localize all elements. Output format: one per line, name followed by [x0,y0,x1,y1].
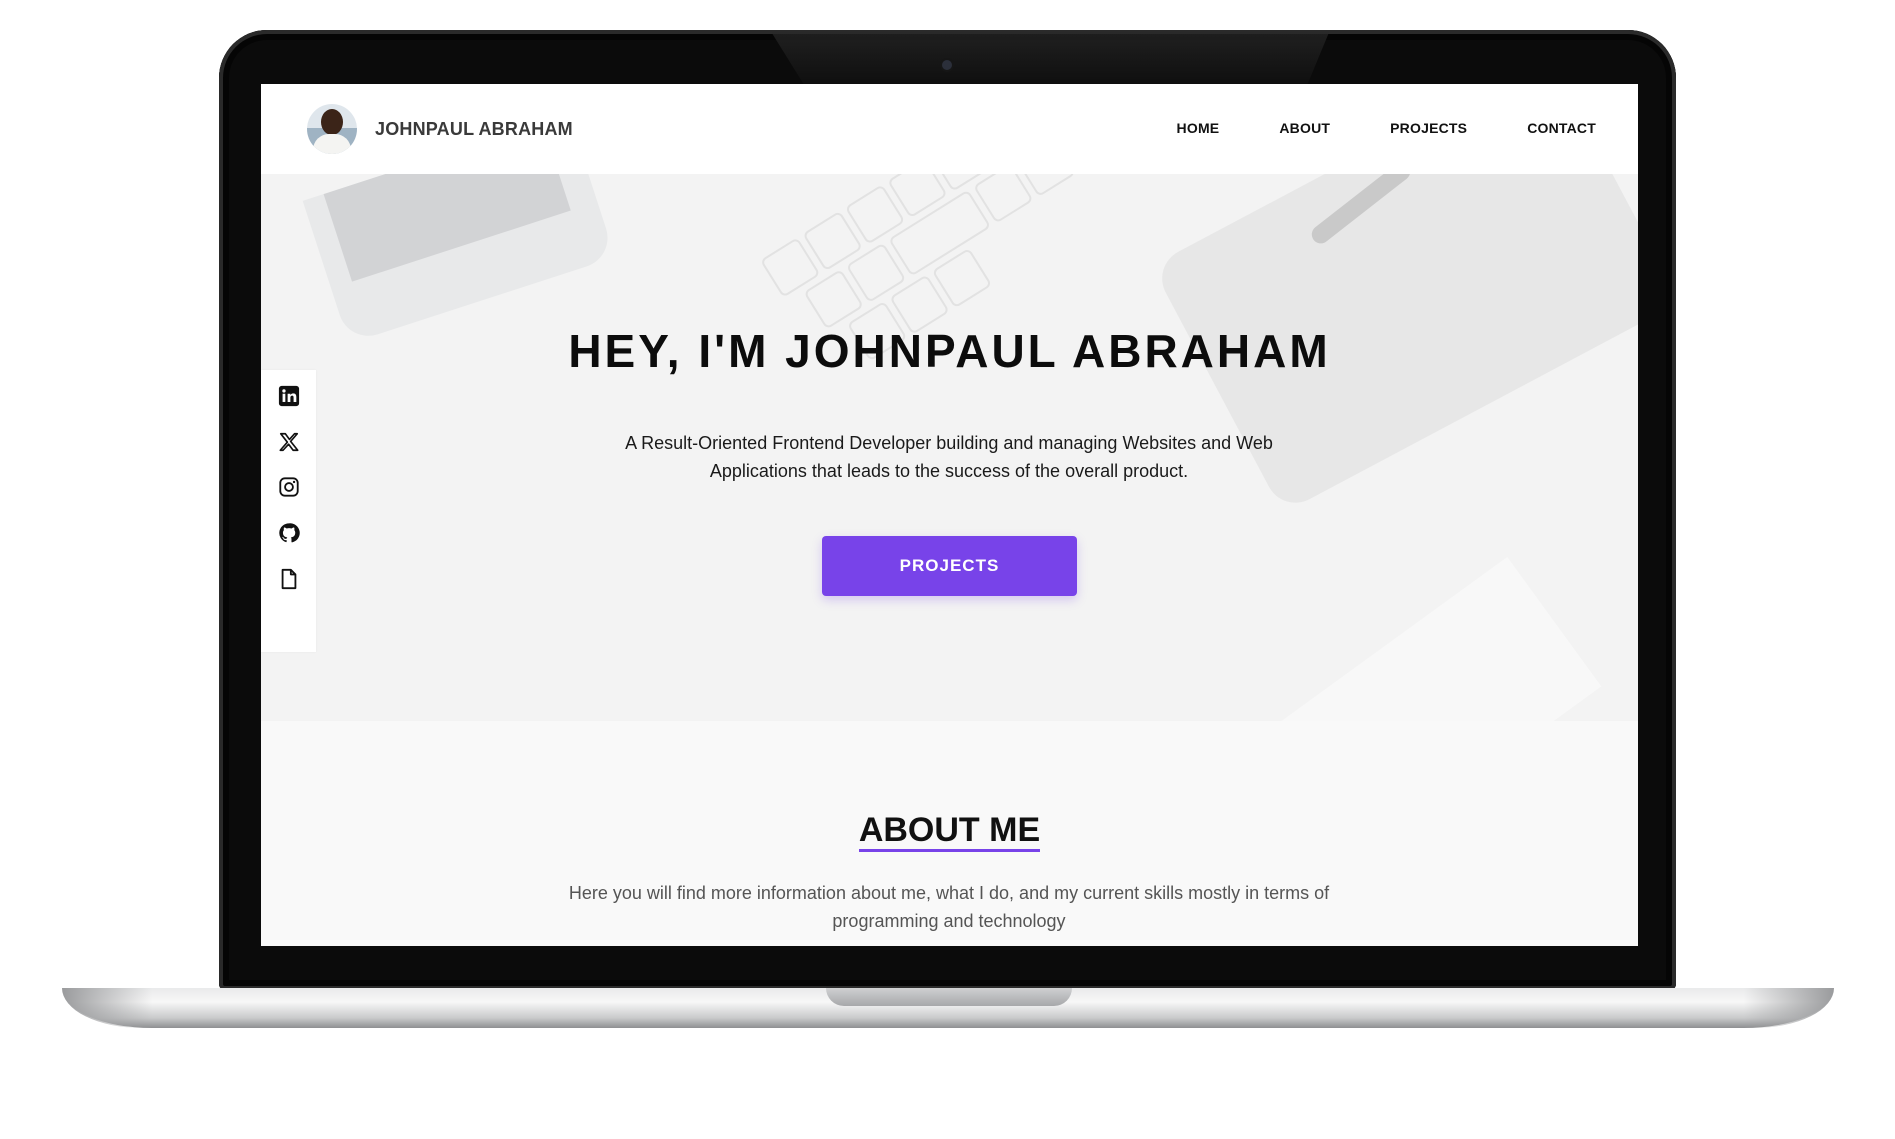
hero-bg-phone [302,174,616,344]
social-sidebar [261,370,316,652]
laptop-base-edge-right [1744,988,1834,1028]
screen: JOHNPAUL ABRAHAM HOME ABOUT PROJECTS CON… [261,84,1638,946]
laptop-base-edge-left [62,988,152,1028]
hero-bg-keyboard [759,174,1222,430]
github-icon[interactable] [277,521,301,545]
hero-subtitle: A Result-Oriented Frontend Developer bui… [625,433,1273,481]
linkedin-icon[interactable] [277,384,301,408]
brand-name[interactable]: JOHNPAUL ABRAHAM [375,119,573,140]
x-twitter-icon[interactable] [277,430,301,454]
nav-about[interactable]: ABOUT [1279,120,1330,136]
nav-home[interactable]: HOME [1177,120,1220,136]
brand[interactable]: JOHNPAUL ABRAHAM [307,104,573,154]
nav-projects[interactable]: PROJECTS [1390,120,1467,136]
projects-button[interactable]: PROJECTS [822,536,1077,596]
about-title-text: ABOUT ME [858,811,1041,852]
nav-contact[interactable]: CONTACT [1527,120,1596,136]
instagram-icon[interactable] [277,475,301,499]
hero-section: HEY, I'M JOHNPAUL ABRAHAM A Result-Orien… [261,174,1638,721]
avatar [307,104,357,154]
hero-bg-notepad [1280,556,1602,721]
about-title: ABOUT ME [261,811,1638,852]
lid-glare [770,30,1330,84]
resume-file-icon[interactable] [277,567,301,591]
about-section: ABOUT ME Here you will find more informa… [261,721,1638,946]
navbar: JOHNPAUL ABRAHAM HOME ABOUT PROJECTS CON… [261,84,1638,174]
webcam-icon [942,60,952,70]
main-nav: HOME ABOUT PROJECTS CONTACT [1177,120,1596,136]
laptop-base-notch [826,988,1072,1006]
hero-title: HEY, I'M JOHNPAUL ABRAHAM [568,325,1331,377]
about-description: Here you will find more information abou… [568,883,1330,931]
